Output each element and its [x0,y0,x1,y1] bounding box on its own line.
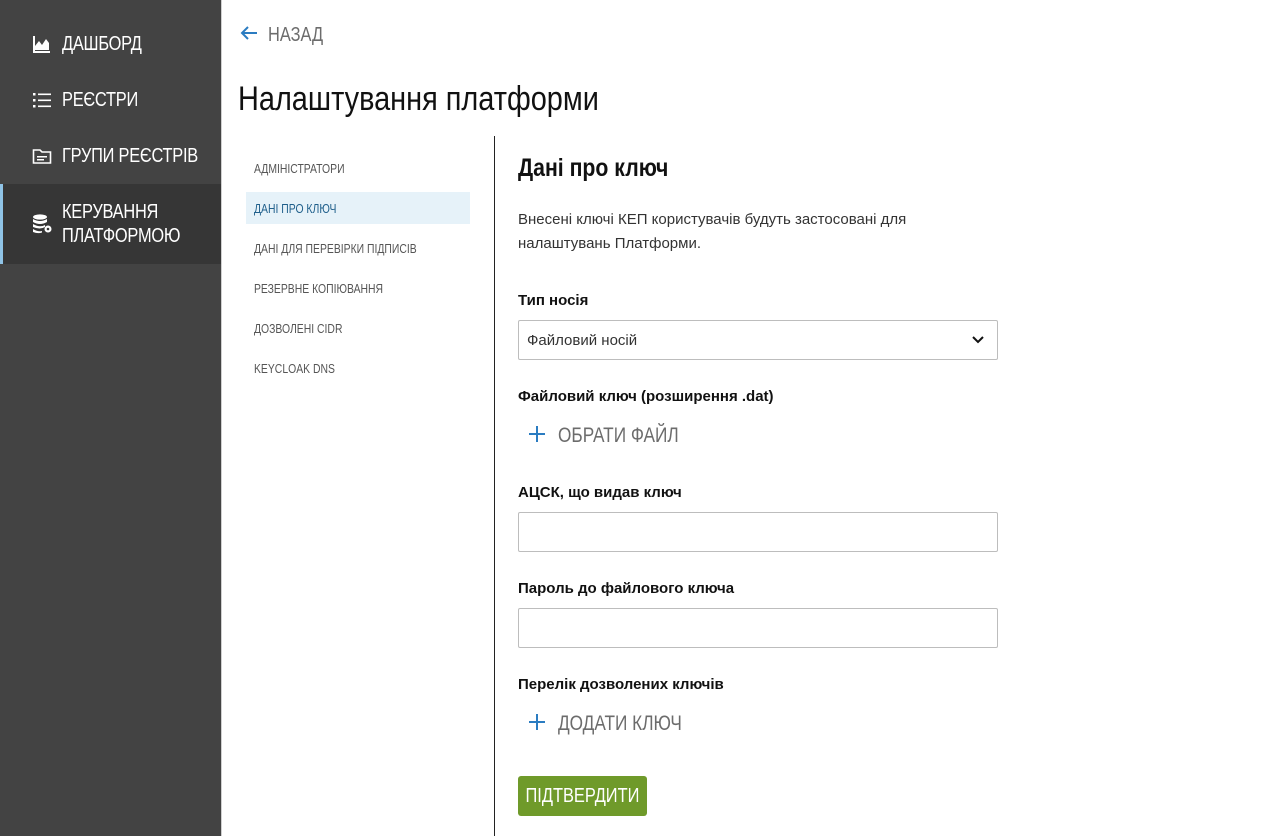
chevron-down-icon [971,333,985,352]
add-key-label: Додати ключ [558,712,682,735]
sidebar-item-registry-groups[interactable]: Групи реєстрів [0,136,221,176]
choose-file-label: Обрати файл [558,424,679,447]
settings-submenu: Адміністратори Дані про ключ Дані для пе… [246,152,470,392]
submenu-item-label: Резервне копіювання [254,280,384,296]
sidebar-item-dashboard[interactable]: Дашборд [0,24,221,64]
choose-file-button[interactable]: Обрати файл [528,424,705,448]
submenu-item-label: Keycloak DNS [254,360,335,376]
add-key-button[interactable]: Додати ключ [528,712,709,736]
submenu-item-key-data[interactable]: Дані про ключ [246,192,470,224]
issuer-input[interactable] [518,512,998,552]
database-gear-icon [32,214,52,234]
password-input[interactable] [518,608,998,648]
file-key-label: Файловий ключ (розширення .dat) [518,388,774,405]
media-type-value: Файловий носій [527,331,638,349]
media-type-label: Тип носія [518,292,589,309]
allowed-keys-label: Перелік дозволених ключів [518,676,724,693]
page-title: Налаштування платформи [238,80,599,118]
submenu-item-label: Адміністратори [254,160,345,176]
section-description: Внесені ключі КЕП користувачів будуть за… [518,211,907,252]
submenu-item-label: Дозволені CIDR [254,320,343,336]
sidebar-item-label: Дашборд [62,33,142,55]
submenu-item-label: Дані для перевірки підписів [254,240,417,256]
submit-label: Підтвердити [525,784,640,807]
sidebar-item-platform-management[interactable]: Керування платформою [0,184,221,264]
vertical-divider [494,136,495,836]
list-icon [32,90,52,110]
submenu-item-administrators[interactable]: Адміністратори [246,152,470,184]
folder-icon [32,146,52,166]
sidebar-item-label: Керування платформою [62,201,181,247]
submenu-item-keycloak-dns[interactable]: Keycloak DNS [246,352,470,384]
submenu-item-signature-verification[interactable]: Дані для перевірки підписів [246,232,470,264]
sidebar-item-label: Групи реєстрів [62,145,198,167]
submit-button[interactable]: Підтвердити [518,776,647,816]
password-label: Пароль до файлового ключа [518,580,735,597]
sidebar-item-label: Реєстри [62,89,138,111]
submenu-item-label: Дані про ключ [254,200,337,216]
chart-line-icon [32,34,52,54]
sidebar: Дашборд Реєстри Групи реєстрів Керування… [0,0,222,836]
section-title: Дані про ключ [518,154,669,182]
arrow-left-icon [240,25,258,46]
media-type-select[interactable]: Файловий носій [518,320,998,360]
submenu-item-backup[interactable]: Резервне копіювання [246,272,470,304]
plus-icon [528,425,546,448]
submenu-item-allowed-cidr[interactable]: Дозволені CIDR [246,312,470,344]
back-button[interactable]: Назад [240,24,335,47]
plus-icon [528,713,546,736]
back-label: Назад [268,24,324,46]
sidebar-item-registries[interactable]: Реєстри [0,80,221,120]
issuer-label: АЦСК, що видав ключ [518,484,682,501]
